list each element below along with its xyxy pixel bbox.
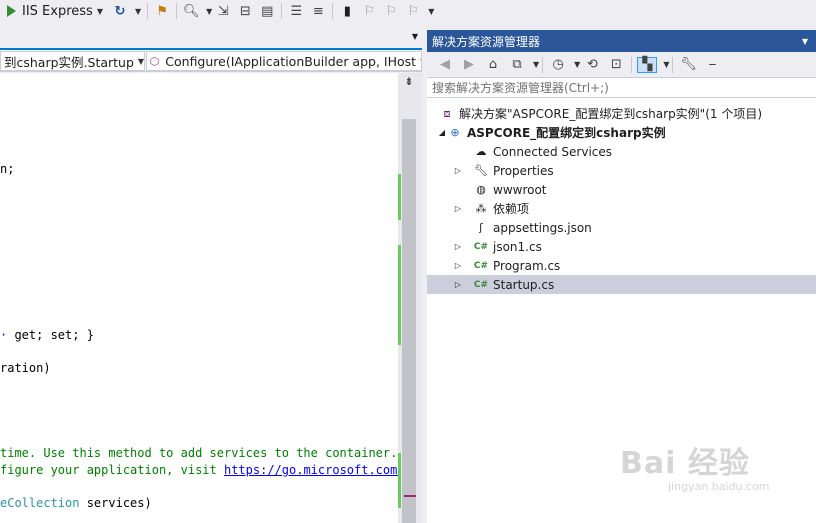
switch-views-icon[interactable]: ⧉ bbox=[507, 57, 527, 73]
solution-tree: ⧈ 解决方案"ASPCORE_配置绑定到csharp实例"(1 个项目) ◢ ⊕… bbox=[427, 98, 816, 523]
uncomment-icon[interactable]: ≡ bbox=[309, 3, 327, 19]
caret-marker bbox=[404, 495, 416, 497]
tree-node-startup[interactable]: ▷ C# Startup.cs bbox=[427, 275, 816, 294]
method-icon: ⬡ bbox=[149, 54, 160, 68]
tree-node-project[interactable]: ◢ ⊕ ASPCORE_配置绑定到csharp实例 bbox=[427, 123, 816, 142]
main-toolbar: IIS Express ▼ ↻ ▼ ⚑ 🔍︎ ▼ ⇲ ⊟ ▤ ☰ ≡ ▮ ⚐ ⚐… bbox=[0, 0, 816, 22]
collapsed-arrow-icon[interactable]: ▷ bbox=[453, 204, 463, 213]
tree-node-program[interactable]: ▷ C# Program.cs bbox=[427, 256, 816, 275]
chevron-down-icon[interactable]: ▼ bbox=[663, 60, 669, 69]
toolbar-separator bbox=[672, 56, 674, 73]
scrollbar-thumb[interactable] bbox=[402, 119, 416, 523]
collapsed-arrow-icon[interactable]: ▷ bbox=[453, 166, 463, 175]
tree-node-dependencies[interactable]: ▷ ⁂ 依赖项 bbox=[427, 199, 816, 218]
sync-icon[interactable]: ⟲ bbox=[582, 57, 602, 73]
code-editor[interactable]: n; · get; set; } ration) time. Use this … bbox=[0, 73, 398, 523]
change-marker bbox=[398, 453, 401, 508]
bookmark-icon[interactable]: ▮ bbox=[338, 3, 356, 19]
code-line: · get; set; } bbox=[0, 328, 94, 342]
search-placeholder: 搜索解决方案资源管理器(Ctrl+;) bbox=[432, 81, 609, 95]
tree-node-connected-services[interactable]: ☁ Connected Services bbox=[427, 142, 816, 161]
chevron-down-icon[interactable]: ▼ bbox=[802, 37, 808, 46]
tab-list-icon[interactable]: ▼ bbox=[412, 32, 418, 41]
pending-changes-icon[interactable]: ◷ bbox=[548, 57, 568, 73]
cloud-icon: ☁ bbox=[475, 145, 487, 158]
change-marker bbox=[398, 174, 401, 220]
class-selector-value: 到csharp实例.Startup bbox=[4, 54, 134, 70]
collapsed-arrow-icon[interactable]: ▷ bbox=[453, 261, 463, 270]
clear-bookmarks-icon[interactable]: ⚐ bbox=[404, 3, 422, 19]
collapse-all-icon[interactable]: ⊡ bbox=[606, 57, 626, 73]
split-window-icon[interactable]: ⇟ bbox=[401, 75, 417, 89]
solution-explorer-panel: 解决方案资源管理器 ▼ ◀ ▶ ⌂ ⧉ ▼ ◷ ▼ ⟲ ⊡ ▚ ▼ 🔧︎ ⎯ 搜… bbox=[427, 30, 816, 523]
csharp-file-icon: C# bbox=[473, 260, 489, 271]
home-icon[interactable]: ⌂ bbox=[483, 57, 503, 73]
code-line: n; bbox=[0, 162, 15, 176]
toolbar-overflow-icon[interactable]: ▼ bbox=[428, 7, 434, 16]
code-line: figure your application, visit https://g… bbox=[0, 463, 398, 477]
dependencies-icon: ⁂ bbox=[475, 202, 487, 215]
code-line: time. Use this method to add services to… bbox=[0, 446, 398, 460]
run-button[interactable]: IIS Express ▼ bbox=[0, 1, 106, 21]
step-icon[interactable]: ⇲ bbox=[214, 3, 232, 19]
run-target-label: IIS Express bbox=[22, 3, 93, 19]
refresh-button[interactable]: ↻ ▼ bbox=[106, 1, 144, 21]
toolbar-separator bbox=[631, 56, 633, 73]
preview-icon[interactable]: ⎯ bbox=[702, 57, 722, 73]
show-all-files-icon[interactable]: ▚ bbox=[637, 56, 658, 73]
back-icon[interactable]: ◀ bbox=[435, 57, 455, 73]
chevron-down-icon[interactable]: ▼ bbox=[533, 60, 539, 69]
code-link[interactable]: https://go.microsoft.com/fw bbox=[224, 463, 398, 477]
wrench-icon: 🔧︎ bbox=[474, 164, 488, 177]
expanded-arrow-icon[interactable]: ◢ bbox=[437, 128, 447, 137]
solution-search-input[interactable]: 搜索解决方案资源管理器(Ctrl+;) bbox=[427, 78, 816, 98]
find-icon[interactable]: 🔍︎ bbox=[182, 3, 200, 19]
editor-vertical-scrollbar[interactable]: ⇟ bbox=[398, 73, 422, 523]
browser-link-icon[interactable]: ⚑ bbox=[153, 3, 171, 19]
json-file-icon: ʃ bbox=[479, 221, 483, 234]
chevron-down-icon[interactable]: ▼ bbox=[206, 7, 212, 16]
member-selector[interactable]: ⬡ Configure(IApplicationBuilder app, IHo… bbox=[145, 51, 422, 71]
class-selector[interactable]: 到csharp实例.Startup ▼ bbox=[0, 51, 145, 71]
solution-explorer-toolbar: ◀ ▶ ⌂ ⧉ ▼ ◷ ▼ ⟲ ⊡ ▚ ▼ 🔧︎ ⎯ bbox=[427, 52, 816, 78]
collapsed-arrow-icon[interactable]: ▷ bbox=[453, 242, 463, 251]
chevron-down-icon[interactable]: ▼ bbox=[574, 60, 580, 69]
editor-navigation-bar: 到csharp实例.Startup ▼ ⬡ Configure(IApplica… bbox=[0, 50, 422, 72]
play-icon bbox=[7, 5, 16, 17]
tree-node-appsettings[interactable]: ʃ appsettings.json bbox=[427, 218, 816, 237]
panel-title: 解决方案资源管理器 bbox=[432, 34, 541, 49]
toolbar-separator bbox=[281, 3, 283, 19]
chevron-down-icon: ▼ bbox=[96, 6, 103, 16]
csharp-file-icon: C# bbox=[473, 241, 489, 252]
comment-icon[interactable]: ☰ bbox=[287, 3, 305, 19]
toolbar-separator bbox=[147, 3, 149, 19]
prev-bookmark-icon[interactable]: ⚐ bbox=[360, 3, 378, 19]
collapsed-arrow-icon[interactable]: ▷ bbox=[453, 280, 463, 289]
properties-wrench-icon[interactable]: 🔧︎ bbox=[678, 57, 698, 73]
panel-title-bar: 解决方案资源管理器 ▼ bbox=[427, 30, 816, 52]
layout-icon[interactable]: ▤ bbox=[258, 3, 276, 19]
toolbar-separator bbox=[332, 3, 334, 19]
tree-node-properties[interactable]: ▷ 🔧︎ Properties bbox=[427, 161, 816, 180]
chevron-down-icon: ▼ bbox=[134, 6, 142, 16]
web-project-icon: ⊕ bbox=[450, 126, 460, 139]
breakpoints-icon[interactable]: ⊟ bbox=[236, 3, 254, 19]
tree-node-solution[interactable]: ⧈ 解决方案"ASPCORE_配置绑定到csharp实例"(1 个项目) bbox=[427, 104, 816, 123]
solution-icon: ⧈ bbox=[443, 106, 451, 120]
code-line: ration) bbox=[0, 361, 51, 375]
toolbar-separator bbox=[542, 56, 544, 73]
csharp-file-icon: C# bbox=[473, 279, 489, 290]
next-bookmark-icon[interactable]: ⚐ bbox=[382, 3, 400, 19]
editor-tab-strip: ▼ bbox=[0, 22, 422, 50]
code-line: eCollection services) bbox=[0, 496, 152, 510]
chevron-down-icon: ▼ bbox=[137, 56, 145, 66]
toolbar-separator bbox=[176, 3, 178, 19]
tree-node-json1[interactable]: ▷ C# json1.cs bbox=[427, 237, 816, 256]
tree-node-wwwroot[interactable]: ◍ wwwroot bbox=[427, 180, 816, 199]
refresh-icon: ↻ bbox=[114, 3, 126, 19]
change-marker bbox=[398, 245, 401, 345]
globe-icon: ◍ bbox=[476, 183, 486, 196]
forward-icon[interactable]: ▶ bbox=[459, 57, 479, 73]
member-selector-value: Configure(IApplicationBuilder app, IHost bbox=[165, 53, 417, 69]
